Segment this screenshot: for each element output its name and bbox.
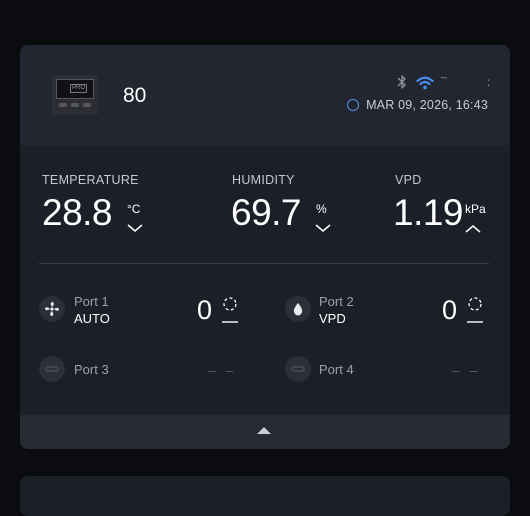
vpd-unit: kPa: [465, 202, 486, 216]
humidity-label: HUMIDITY: [232, 173, 295, 187]
port-1-mode: AUTO: [74, 311, 110, 326]
device-thumbnail: PRO: [52, 75, 98, 115]
temperature-value: 28.8: [42, 192, 113, 233]
water-drop-icon: [285, 296, 311, 322]
plug-icon: [39, 356, 65, 382]
port-3-name: Port 3: [74, 362, 109, 377]
device-card: PRO 80 ~ : MAR 09, 2026, 16:43 TEMPERATU…: [20, 45, 510, 449]
clock-icon: [347, 99, 360, 111]
fan-icon: [39, 296, 65, 322]
port-4-level: – –: [452, 362, 481, 378]
port-1-name: Port 1: [74, 294, 109, 309]
device-datetime: MAR 09, 2026, 16:43: [347, 96, 488, 114]
temperature-trend-down-icon: [127, 224, 143, 232]
datetime-text: MAR 09, 2026, 16:43: [366, 98, 488, 112]
next-device-card[interactable]: [20, 476, 510, 516]
humidity-trend-down-icon: [315, 224, 331, 232]
divider: [39, 263, 489, 264]
device-thumbnail-label: PRO: [70, 84, 88, 93]
device-thumbnail-screen: PRO: [56, 79, 94, 99]
device-header[interactable]: PRO 80 ~ : MAR 09, 2026, 16:43: [20, 45, 510, 145]
humidity-unit: %: [316, 202, 327, 216]
port-4-name: Port 4: [319, 362, 354, 377]
humidity-value: 69.7: [231, 192, 302, 233]
vpd-label: VPD: [395, 173, 422, 187]
port-1-level: 0: [197, 295, 213, 325]
port-3-level: – –: [208, 362, 237, 378]
device-name: 80: [123, 84, 147, 107]
chevron-up-icon[interactable]: [257, 427, 271, 434]
device-thumbnail-buttons: [59, 103, 91, 109]
plug-icon: [285, 356, 311, 382]
port-2-level: 0: [442, 295, 458, 325]
port-1-speed-icon: [222, 297, 238, 323]
wifi-icon: [416, 76, 434, 95]
port-2-name: Port 2: [319, 294, 354, 309]
vpd-value: 1.19: [393, 192, 464, 233]
more-menu-icon[interactable]: :: [487, 75, 490, 89]
temperature-label: TEMPERATURE: [42, 173, 139, 187]
vpd-trend-up-icon: [465, 225, 481, 233]
signal-indicator: ~: [440, 70, 448, 85]
temperature-unit: °C: [127, 202, 141, 216]
collapse-bar[interactable]: [20, 415, 510, 449]
port-2-mode: VPD: [319, 311, 346, 326]
bluetooth-icon: [397, 74, 407, 95]
port-2-speed-icon: [467, 297, 483, 323]
